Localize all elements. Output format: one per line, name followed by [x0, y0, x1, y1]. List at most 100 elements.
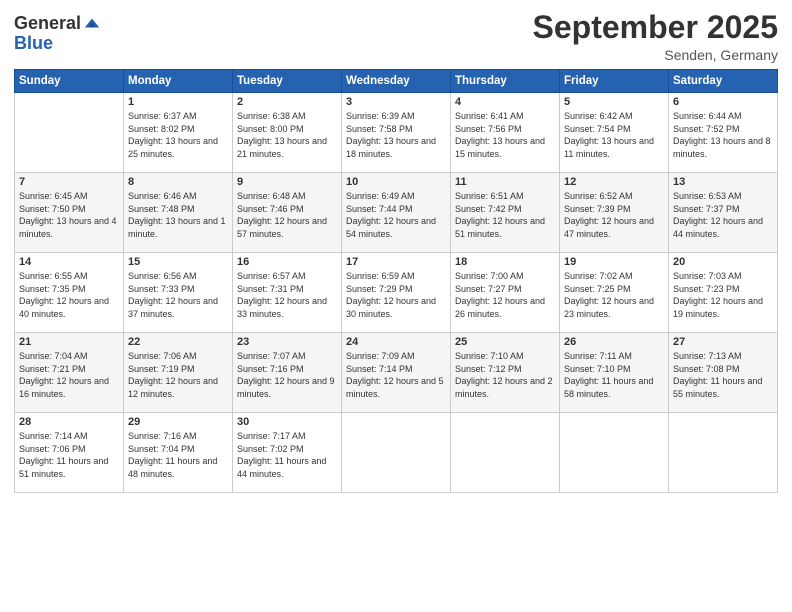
day-cell: 18 Sunrise: 7:00 AMSunset: 7:27 PMDaylig…: [451, 253, 560, 333]
day-cell: 10 Sunrise: 6:49 AMSunset: 7:44 PMDaylig…: [342, 173, 451, 253]
header-monday: Monday: [124, 70, 233, 93]
day-cell: 7 Sunrise: 6:45 AMSunset: 7:50 PMDayligh…: [15, 173, 124, 253]
day-info: Sunrise: 6:51 AMSunset: 7:42 PMDaylight:…: [455, 190, 555, 240]
day-number: 8: [128, 176, 228, 188]
day-info: Sunrise: 7:10 AMSunset: 7:12 PMDaylight:…: [455, 350, 555, 400]
location: Senden, Germany: [533, 47, 778, 63]
logo: General Blue: [14, 14, 101, 54]
day-info: Sunrise: 7:14 AMSunset: 7:06 PMDaylight:…: [19, 430, 119, 480]
week-row-1: 7 Sunrise: 6:45 AMSunset: 7:50 PMDayligh…: [15, 173, 778, 253]
day-cell: 26 Sunrise: 7:11 AMSunset: 7:10 PMDaylig…: [560, 333, 669, 413]
day-cell: 25 Sunrise: 7:10 AMSunset: 7:12 PMDaylig…: [451, 333, 560, 413]
day-number: 22: [128, 336, 228, 348]
day-number: 20: [673, 256, 773, 268]
day-number: 21: [19, 336, 119, 348]
month-title: September 2025: [533, 10, 778, 45]
day-cell: 6 Sunrise: 6:44 AMSunset: 7:52 PMDayligh…: [669, 93, 778, 173]
day-info: Sunrise: 6:45 AMSunset: 7:50 PMDaylight:…: [19, 190, 119, 240]
day-cell: 2 Sunrise: 6:38 AMSunset: 8:00 PMDayligh…: [233, 93, 342, 173]
day-number: 11: [455, 176, 555, 188]
day-info: Sunrise: 6:55 AMSunset: 7:35 PMDaylight:…: [19, 270, 119, 320]
header-wednesday: Wednesday: [342, 70, 451, 93]
day-number: 3: [346, 96, 446, 108]
day-number: 19: [564, 256, 664, 268]
day-cell: 20 Sunrise: 7:03 AMSunset: 7:23 PMDaylig…: [669, 253, 778, 333]
day-number: 30: [237, 416, 337, 428]
day-cell: [342, 413, 451, 493]
day-number: 15: [128, 256, 228, 268]
day-cell: 4 Sunrise: 6:41 AMSunset: 7:56 PMDayligh…: [451, 93, 560, 173]
day-number: 24: [346, 336, 446, 348]
day-info: Sunrise: 7:00 AMSunset: 7:27 PMDaylight:…: [455, 270, 555, 320]
day-info: Sunrise: 6:49 AMSunset: 7:44 PMDaylight:…: [346, 190, 446, 240]
day-info: Sunrise: 6:38 AMSunset: 8:00 PMDaylight:…: [237, 110, 337, 160]
day-number: 17: [346, 256, 446, 268]
day-cell: 9 Sunrise: 6:48 AMSunset: 7:46 PMDayligh…: [233, 173, 342, 253]
day-info: Sunrise: 6:56 AMSunset: 7:33 PMDaylight:…: [128, 270, 228, 320]
week-row-4: 28 Sunrise: 7:14 AMSunset: 7:06 PMDaylig…: [15, 413, 778, 493]
day-cell: 30 Sunrise: 7:17 AMSunset: 7:02 PMDaylig…: [233, 413, 342, 493]
logo-general-text: General: [14, 14, 81, 34]
day-cell: [669, 413, 778, 493]
day-info: Sunrise: 6:41 AMSunset: 7:56 PMDaylight:…: [455, 110, 555, 160]
header-tuesday: Tuesday: [233, 70, 342, 93]
day-info: Sunrise: 7:09 AMSunset: 7:14 PMDaylight:…: [346, 350, 446, 400]
day-number: 6: [673, 96, 773, 108]
day-number: 23: [237, 336, 337, 348]
day-info: Sunrise: 7:17 AMSunset: 7:02 PMDaylight:…: [237, 430, 337, 480]
day-number: 29: [128, 416, 228, 428]
day-number: 13: [673, 176, 773, 188]
day-number: 25: [455, 336, 555, 348]
day-info: Sunrise: 7:04 AMSunset: 7:21 PMDaylight:…: [19, 350, 119, 400]
day-cell: [451, 413, 560, 493]
day-cell: [560, 413, 669, 493]
day-info: Sunrise: 6:42 AMSunset: 7:54 PMDaylight:…: [564, 110, 664, 160]
day-info: Sunrise: 6:44 AMSunset: 7:52 PMDaylight:…: [673, 110, 773, 160]
day-cell: 14 Sunrise: 6:55 AMSunset: 7:35 PMDaylig…: [15, 253, 124, 333]
day-number: 12: [564, 176, 664, 188]
day-info: Sunrise: 6:39 AMSunset: 7:58 PMDaylight:…: [346, 110, 446, 160]
day-info: Sunrise: 7:11 AMSunset: 7:10 PMDaylight:…: [564, 350, 664, 400]
day-info: Sunrise: 7:02 AMSunset: 7:25 PMDaylight:…: [564, 270, 664, 320]
day-number: 4: [455, 96, 555, 108]
header-thursday: Thursday: [451, 70, 560, 93]
day-cell: 17 Sunrise: 6:59 AMSunset: 7:29 PMDaylig…: [342, 253, 451, 333]
header-saturday: Saturday: [669, 70, 778, 93]
week-row-3: 21 Sunrise: 7:04 AMSunset: 7:21 PMDaylig…: [15, 333, 778, 413]
day-cell: 19 Sunrise: 7:02 AMSunset: 7:25 PMDaylig…: [560, 253, 669, 333]
header: General Blue September 2025 Senden, Germ…: [14, 10, 778, 63]
header-sunday: Sunday: [15, 70, 124, 93]
day-cell: 27 Sunrise: 7:13 AMSunset: 7:08 PMDaylig…: [669, 333, 778, 413]
day-info: Sunrise: 6:59 AMSunset: 7:29 PMDaylight:…: [346, 270, 446, 320]
day-cell: 3 Sunrise: 6:39 AMSunset: 7:58 PMDayligh…: [342, 93, 451, 173]
day-cell: 1 Sunrise: 6:37 AMSunset: 8:02 PMDayligh…: [124, 93, 233, 173]
day-info: Sunrise: 7:06 AMSunset: 7:19 PMDaylight:…: [128, 350, 228, 400]
week-row-0: 1 Sunrise: 6:37 AMSunset: 8:02 PMDayligh…: [15, 93, 778, 173]
calendar-table: Sunday Monday Tuesday Wednesday Thursday…: [14, 69, 778, 493]
day-number: 10: [346, 176, 446, 188]
day-number: 18: [455, 256, 555, 268]
day-cell: 16 Sunrise: 6:57 AMSunset: 7:31 PMDaylig…: [233, 253, 342, 333]
day-info: Sunrise: 6:46 AMSunset: 7:48 PMDaylight:…: [128, 190, 228, 240]
day-number: 27: [673, 336, 773, 348]
page: General Blue September 2025 Senden, Germ…: [0, 0, 792, 612]
logo-blue-text: Blue: [14, 33, 53, 53]
day-cell: 28 Sunrise: 7:14 AMSunset: 7:06 PMDaylig…: [15, 413, 124, 493]
day-cell: 23 Sunrise: 7:07 AMSunset: 7:16 PMDaylig…: [233, 333, 342, 413]
day-cell: 5 Sunrise: 6:42 AMSunset: 7:54 PMDayligh…: [560, 93, 669, 173]
day-number: 7: [19, 176, 119, 188]
day-info: Sunrise: 6:57 AMSunset: 7:31 PMDaylight:…: [237, 270, 337, 320]
day-cell: 13 Sunrise: 6:53 AMSunset: 7:37 PMDaylig…: [669, 173, 778, 253]
day-number: 5: [564, 96, 664, 108]
weekday-header-row: Sunday Monday Tuesday Wednesday Thursday…: [15, 70, 778, 93]
header-friday: Friday: [560, 70, 669, 93]
day-info: Sunrise: 6:53 AMSunset: 7:37 PMDaylight:…: [673, 190, 773, 240]
day-info: Sunrise: 6:37 AMSunset: 8:02 PMDaylight:…: [128, 110, 228, 160]
day-number: 26: [564, 336, 664, 348]
day-cell: 15 Sunrise: 6:56 AMSunset: 7:33 PMDaylig…: [124, 253, 233, 333]
day-info: Sunrise: 7:07 AMSunset: 7:16 PMDaylight:…: [237, 350, 337, 400]
day-number: 2: [237, 96, 337, 108]
title-block: September 2025 Senden, Germany: [533, 10, 778, 63]
day-number: 16: [237, 256, 337, 268]
logo-icon: [83, 14, 101, 32]
